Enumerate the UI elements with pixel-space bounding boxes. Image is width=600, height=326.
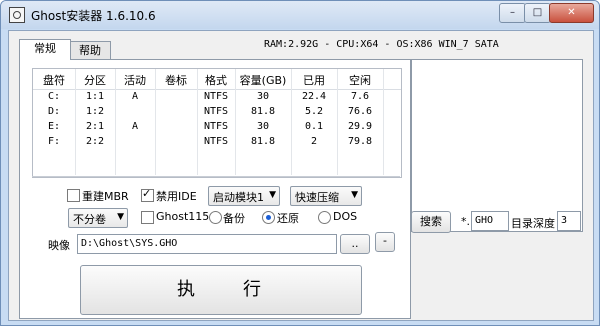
cell-drive: F: xyxy=(47,136,61,147)
cell-partition: 2:1 xyxy=(85,121,105,132)
tab-help[interactable]: 帮助 xyxy=(69,41,111,60)
rebuild-mbr-label[interactable]: 重建MBR xyxy=(82,188,129,204)
cell-format: NTFS xyxy=(203,106,229,117)
col-drive[interactable]: 盘符 xyxy=(33,72,75,88)
table-separator xyxy=(32,176,400,177)
table-row[interactable]: F: 2:2 NTFS 81.8 2 79.8 xyxy=(33,136,401,151)
table-row[interactable]: E: 2:1 A NTFS 30 0.1 29.9 xyxy=(33,121,401,136)
cell-active: A xyxy=(131,91,139,102)
table-row[interactable]: D: 1:2 NTFS 81.8 5.2 76.6 xyxy=(33,106,401,121)
window-title: Ghost安装器 1.6.10.6 xyxy=(31,9,156,23)
minimize-button[interactable]: – xyxy=(499,3,526,23)
disable-ide-checkbox[interactable] xyxy=(141,187,154,202)
image-label: 映像 xyxy=(48,239,70,252)
boot-module-select[interactable]: 启动模块1 ▼ xyxy=(208,186,280,206)
app-icon xyxy=(9,7,25,23)
cell-free: 79.8 xyxy=(347,136,373,147)
cell-drive: C: xyxy=(47,91,61,102)
cell-format: NTFS xyxy=(203,136,229,147)
chevron-down-icon: ▼ xyxy=(117,212,124,222)
cell-format: NTFS xyxy=(203,91,229,102)
tab-general[interactable]: 常规 xyxy=(19,39,71,60)
chevron-down-icon: ▼ xyxy=(351,190,358,200)
split-value: 不分卷 xyxy=(73,213,106,226)
image-path-value: D:\Ghost\SYS.GHO xyxy=(81,238,178,249)
col-label[interactable]: 卷标 xyxy=(155,72,197,88)
table-header: 盘符 分区 活动 卷标 格式 容量(GB) 已用 空闲 xyxy=(33,69,401,90)
system-info: RAM:2.92G - CPU:X64 - OS:X86 WIN_7 SATA xyxy=(264,39,499,50)
cell-used: 5.2 xyxy=(304,106,324,117)
boot-module-value: 启动模块1 xyxy=(213,191,264,204)
cell-active: A xyxy=(131,121,139,132)
cell-capacity: 30 xyxy=(256,91,270,102)
col-partition[interactable]: 分区 xyxy=(75,72,115,88)
compression-value: 快速压缩 xyxy=(295,191,339,204)
cell-free: 7.6 xyxy=(350,91,370,102)
cell-format: NTFS xyxy=(203,121,229,132)
depth-value: 3 xyxy=(561,215,568,226)
cell-free: 76.6 xyxy=(347,106,373,117)
execute-button[interactable]: 执 行 xyxy=(80,265,362,315)
backup-label[interactable]: 备份 xyxy=(223,210,245,226)
restore-label[interactable]: 还原 xyxy=(277,210,299,226)
chevron-down-icon: ▼ xyxy=(269,190,276,200)
general-panel: 盘符 分区 活动 卷标 格式 容量(GB) 已用 空闲 C: 1:1 A NTF… xyxy=(19,59,411,319)
depth-label: 目录深度 xyxy=(511,217,555,230)
cell-partition: 1:1 xyxy=(85,91,105,102)
table-row[interactable]: C: 1:1 A NTFS 30 22.4 7.6 xyxy=(33,91,401,106)
cell-used: 0.1 xyxy=(304,121,324,132)
pattern-field[interactable]: GHO xyxy=(471,211,509,231)
close-button[interactable]: ✕ xyxy=(549,3,594,23)
app-window: Ghost安装器 1.6.10.6 – □ ✕ 常规 帮助 RAM:2.92G … xyxy=(0,0,600,326)
pattern-value: GHO xyxy=(475,215,494,226)
cell-capacity: 81.8 xyxy=(250,106,276,117)
client-area: 常规 帮助 RAM:2.92G - CPU:X64 - OS:X86 WIN_7… xyxy=(8,30,594,321)
col-capacity[interactable]: 容量(GB) xyxy=(235,72,291,88)
image-path-field[interactable]: D:\Ghost\SYS.GHO xyxy=(77,234,337,254)
cell-capacity: 30 xyxy=(256,121,270,132)
col-active[interactable]: 活动 xyxy=(115,72,155,88)
disable-ide-label[interactable]: 禁用IDE xyxy=(156,188,197,204)
browse-button[interactable]: .. xyxy=(340,234,370,254)
remove-button[interactable]: - xyxy=(375,232,395,252)
search-button[interactable]: 搜索 xyxy=(411,211,451,233)
dos-radio[interactable] xyxy=(318,211,331,224)
rebuild-mbr-checkbox[interactable] xyxy=(67,189,80,202)
cell-used: 2 xyxy=(310,136,318,147)
restore-radio[interactable] xyxy=(262,211,275,224)
cell-drive: E: xyxy=(47,121,61,132)
cell-partition: 1:2 xyxy=(85,106,105,117)
backup-radio[interactable] xyxy=(209,211,222,224)
dos-label[interactable]: DOS xyxy=(333,210,357,223)
depth-field[interactable]: 3 xyxy=(557,211,581,231)
maximize-button[interactable]: □ xyxy=(524,3,551,23)
ghost115-checkbox[interactable] xyxy=(141,211,154,224)
col-format[interactable]: 格式 xyxy=(197,72,235,88)
ghost115-label[interactable]: Ghost115 xyxy=(156,210,209,223)
compression-select[interactable]: 快速压缩 ▼ xyxy=(290,186,362,206)
cell-partition: 2:2 xyxy=(85,136,105,147)
title-bar[interactable]: Ghost安装器 1.6.10.6 – □ ✕ xyxy=(1,1,599,29)
pattern-prefix: *. xyxy=(461,215,470,228)
col-used[interactable]: 已用 xyxy=(291,72,337,88)
col-free[interactable]: 空闲 xyxy=(337,72,383,88)
split-select[interactable]: 不分卷 ▼ xyxy=(68,208,128,228)
cell-used: 22.4 xyxy=(301,91,327,102)
cell-free: 29.9 xyxy=(347,121,373,132)
cell-drive: D: xyxy=(47,106,61,117)
cell-capacity: 81.8 xyxy=(250,136,276,147)
search-results-list[interactable] xyxy=(411,59,583,232)
partition-table: 盘符 分区 活动 卷标 格式 容量(GB) 已用 空闲 C: 1:1 A NTF… xyxy=(32,68,402,178)
